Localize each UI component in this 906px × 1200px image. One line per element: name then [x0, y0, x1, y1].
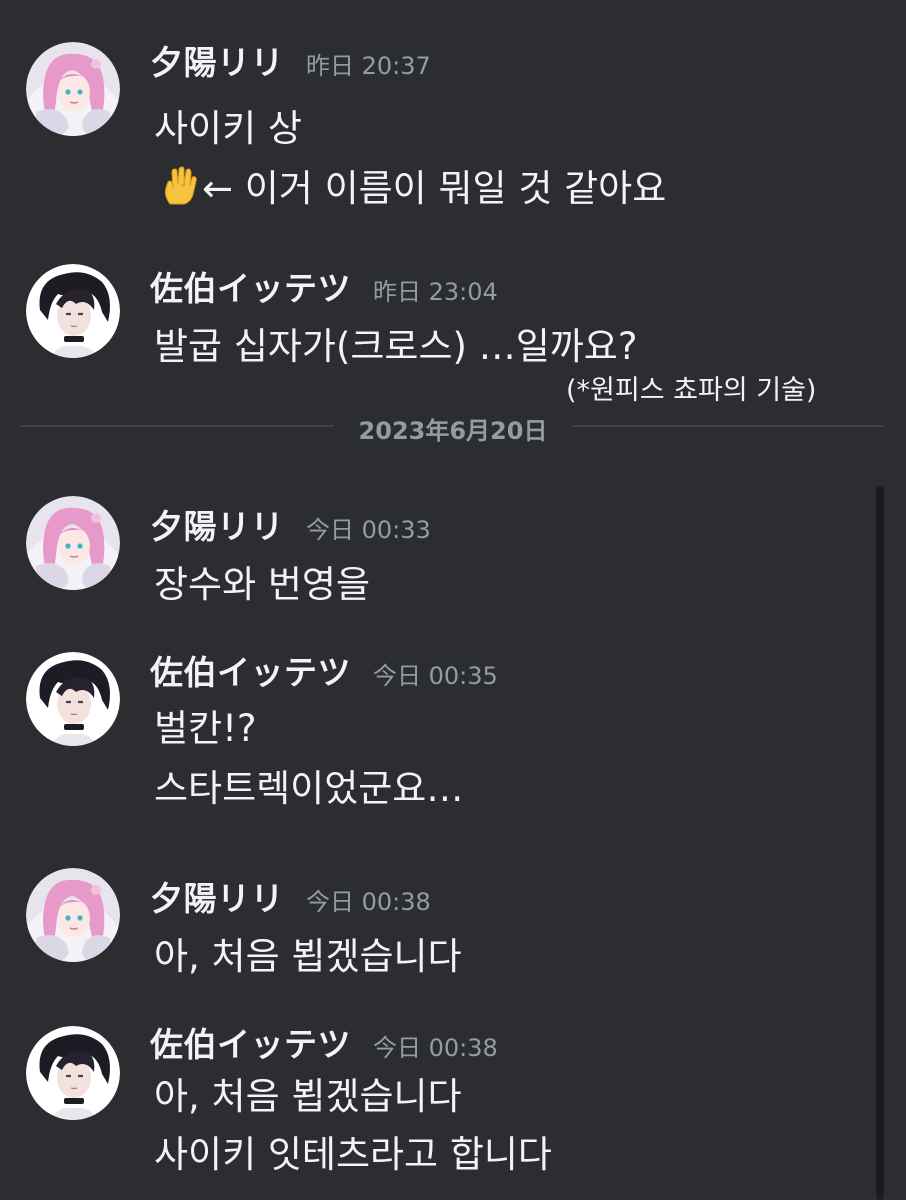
timestamp: 今日 00:38 [373, 1034, 498, 1062]
vulcan-salute-emoji-icon [165, 166, 197, 205]
pink-hair-avatar-icon [26, 496, 120, 590]
dark-hair-avatar-icon [26, 264, 120, 358]
scrollbar[interactable] [876, 486, 884, 1200]
user-avatar[interactable] [26, 264, 120, 358]
user-avatar[interactable] [26, 868, 120, 962]
timestamp: 今日 00:33 [306, 516, 431, 544]
message-line: 사이키 상 [154, 107, 302, 150]
message-line: 벌칸!? [154, 707, 257, 750]
date-divider: 2023年6月20日 [20, 408, 884, 445]
author-name[interactable]: 佐伯イッテツ [150, 1018, 351, 1066]
dark-hair-avatar-icon [26, 652, 120, 746]
message-header: 佐伯イッテツ 今日 00:38 [150, 1018, 498, 1066]
user-avatar[interactable] [26, 652, 120, 746]
author-name[interactable]: 佐伯イッテツ [150, 262, 351, 310]
message-text: ← 이거 이름이 뭐일 것 같아요 [202, 167, 667, 210]
user-avatar[interactable] [26, 1026, 120, 1120]
dark-hair-avatar-icon [26, 1026, 120, 1120]
annotation-note: (*원피스 쵸파의 기술) [566, 375, 817, 406]
message-header: 夕陽リリ 今日 00:33 [150, 500, 431, 548]
message-line: 스타트렉이었군요… [154, 767, 464, 810]
message-line: 아, 처음 뵙겠습니다 [154, 1075, 462, 1118]
pink-hair-avatar-icon [26, 868, 120, 962]
message-line: 사이키 잇테츠라고 합니다 [154, 1133, 552, 1176]
author-name[interactable]: 夕陽リリ [150, 500, 284, 548]
timestamp: 今日 00:35 [373, 662, 498, 690]
message-line: 장수와 번영을 [154, 563, 371, 606]
message-header: 佐伯イッテツ 昨日 23:04 [150, 262, 498, 310]
message-line: 아, 처음 뵙겠습니다 [154, 935, 462, 978]
author-name[interactable]: 夕陽リリ [150, 872, 284, 920]
user-avatar[interactable] [26, 42, 120, 136]
chat-log: 夕陽リリ 昨日 20:37 사이키 상 ← 이거 이름이 뭐일 것 같아요 佐伯… [0, 0, 906, 1200]
message-line: ← 이거 이름이 뭐일 것 같아요 [160, 158, 666, 212]
message-header: 夕陽リリ 今日 00:38 [150, 872, 431, 920]
pink-hair-avatar-icon [26, 42, 120, 136]
message-line: 발굽 십자가(크로스) …일까요? [154, 325, 638, 368]
timestamp: 今日 00:38 [306, 888, 431, 916]
user-avatar[interactable] [26, 496, 120, 590]
date-label: 2023年6月20日 [358, 417, 548, 445]
divider-line [20, 425, 334, 427]
divider-line [572, 425, 884, 427]
timestamp: 昨日 20:37 [306, 52, 431, 80]
author-name[interactable]: 佐伯イッテツ [150, 646, 351, 694]
message-header: 佐伯イッテツ 今日 00:35 [150, 646, 498, 694]
timestamp: 昨日 23:04 [373, 278, 498, 306]
message-header: 夕陽リリ 昨日 20:37 [150, 36, 431, 84]
author-name[interactable]: 夕陽リリ [150, 36, 284, 84]
